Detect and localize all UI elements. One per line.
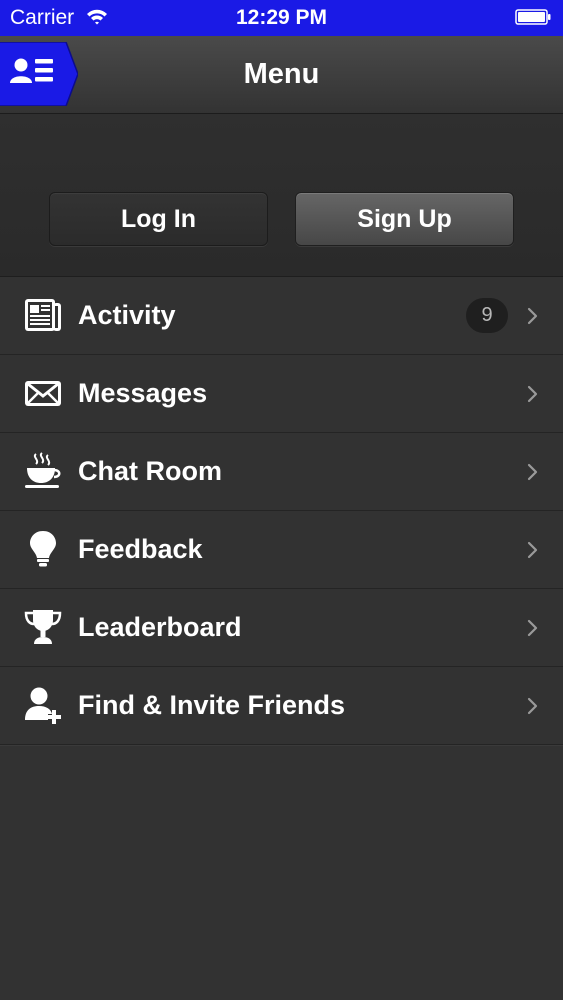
newspaper-icon [25,299,61,331]
battery-icon [515,9,551,25]
chevron-right-icon [527,385,538,403]
menu-item-messages[interactable]: Messages [0,355,563,433]
menu-item-label: Feedback [78,534,203,564]
login-button[interactable]: Log In [49,192,268,246]
menu-item-label: Activity [78,300,176,330]
menu-item-feedback[interactable]: Feedback [0,511,563,589]
menu-item-label: Chat Room [78,456,222,486]
notification-badge: 9 [466,298,508,333]
chevron-right-icon [527,697,538,715]
coffee-cup-icon [25,452,61,488]
envelope-icon [25,381,61,406]
menu-item-find-invite-friends[interactable]: Find & Invite Friends [0,667,563,745]
auth-section: Log In Sign Up [0,114,563,277]
clock: 12:29 PM [235,6,328,29]
lightbulb-icon [30,531,56,567]
menu-item-label: Leaderboard [78,612,242,642]
chevron-right-icon [527,619,538,637]
menu-screen: Carrier 12:29 PM Menu Log In Sign Up Act… [0,0,563,1000]
chevron-right-icon [527,463,538,481]
menu-list: Activity 9 Messages Chat Room Feedback L… [0,277,563,745]
menu-item-activity[interactable]: Activity 9 [0,277,563,355]
menu-item-leaderboard[interactable]: Leaderboard [0,589,563,667]
add-user-icon [25,687,61,724]
menu-item-label: Messages [78,378,208,408]
menu-item-label: Find & Invite Friends [78,690,346,720]
status-bar: Carrier 12:29 PM [0,0,563,36]
signup-button[interactable]: Sign Up [295,192,514,246]
chevron-right-icon [527,307,538,325]
trophy-icon [24,610,62,644]
menu-item-chat-room[interactable]: Chat Room [0,433,563,511]
chevron-right-icon [527,541,538,559]
navigation-bar: Menu [0,36,563,114]
page-title: Menu [243,58,320,90]
